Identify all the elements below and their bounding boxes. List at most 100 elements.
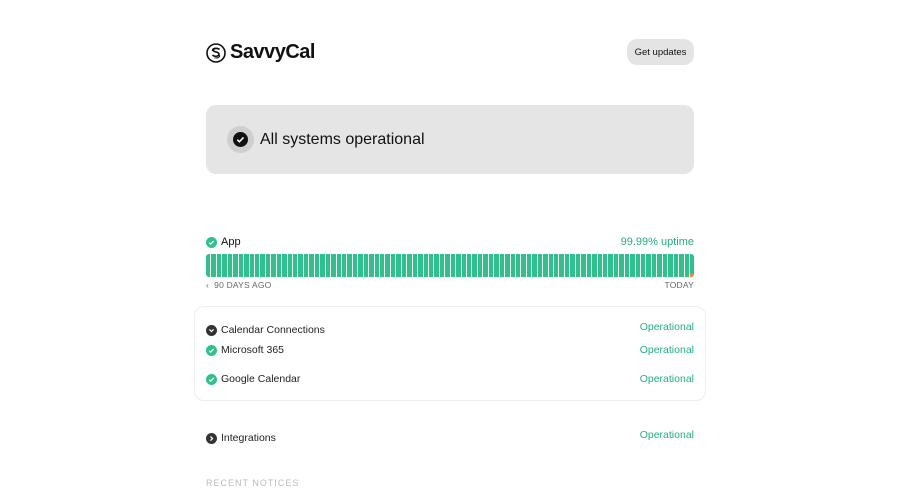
uptime-day-bar[interactable]: [662, 254, 668, 277]
uptime-day-bar[interactable]: [592, 254, 597, 277]
uptime-day-bar[interactable]: [233, 254, 238, 277]
uptime-day-bar[interactable]: [401, 254, 407, 277]
uptime-day-bar[interactable]: [314, 254, 320, 277]
uptime-day-bar[interactable]: [586, 254, 592, 277]
uptime-day-bar[interactable]: [249, 254, 254, 277]
uptime-day-bar[interactable]: [467, 254, 472, 277]
uptime-day-bar[interactable]: [407, 254, 412, 277]
uptime-day-bar[interactable]: [651, 254, 657, 277]
uptime-day-bar[interactable]: [602, 254, 608, 277]
uptime-day-bar[interactable]: [380, 254, 385, 277]
uptime-day-bar[interactable]: [396, 254, 401, 277]
uptime-day-bar[interactable]: [244, 254, 249, 277]
uptime-day-bar[interactable]: [390, 254, 396, 277]
uptime-day-bar[interactable]: [227, 254, 233, 277]
uptime-day-bar[interactable]: [641, 254, 646, 277]
component-name: Integrations: [221, 432, 276, 444]
uptime-day-bar[interactable]: [358, 254, 363, 277]
uptime-day-bar[interactable]: [282, 254, 287, 277]
uptime-day-bar[interactable]: [483, 254, 488, 277]
uptime-day-bar[interactable]: [206, 254, 211, 277]
uptime-day-bar[interactable]: [445, 254, 450, 277]
uptime-day-bar[interactable]: [428, 254, 434, 277]
savvycal-logo[interactable]: SavvyCal: [206, 41, 315, 64]
get-updates-button[interactable]: Get updates: [627, 39, 694, 65]
uptime-day-bar[interactable]: [325, 254, 331, 277]
uptime-day-bar[interactable]: [575, 254, 581, 277]
uptime-day-bar[interactable]: [423, 254, 428, 277]
uptime-day-bar[interactable]: [613, 254, 619, 277]
uptime-day-bar[interactable]: [287, 254, 292, 277]
uptime-day-bar[interactable]: [494, 254, 499, 277]
uptime-day-bar[interactable]: [336, 254, 341, 277]
uptime-day-bar[interactable]: [260, 254, 265, 277]
uptime-day-bar[interactable]: [238, 254, 244, 277]
uptime-day-bar[interactable]: [341, 254, 347, 277]
uptime-day-bar[interactable]: [630, 254, 635, 277]
uptime-axis: ‹ 90 DAYS AGO TODAY: [206, 280, 694, 290]
uptime-day-bar[interactable]: [472, 254, 477, 277]
uptime-day-bar[interactable]: [254, 254, 260, 277]
uptime-day-bar[interactable]: [271, 254, 276, 277]
chevron-right-circle-icon[interactable]: [206, 432, 217, 444]
uptime-day-bar[interactable]: [532, 254, 537, 277]
uptime-day-bar[interactable]: [537, 254, 543, 277]
uptime-day-bar[interactable]: [526, 254, 532, 277]
uptime-day-bar[interactable]: [363, 254, 369, 277]
uptime-day-bar[interactable]: [673, 254, 679, 277]
chevron-left-icon[interactable]: ‹: [206, 280, 209, 290]
uptime-day-bar[interactable]: [450, 254, 456, 277]
uptime-day-bar[interactable]: [581, 254, 586, 277]
uptime-day-bar[interactable]: [303, 254, 309, 277]
uptime-day-bar[interactable]: [385, 254, 390, 277]
uptime-day-bar[interactable]: [369, 254, 374, 277]
uptime-day-bar[interactable]: [222, 254, 227, 277]
uptime-day-bar[interactable]: [679, 254, 684, 277]
check-circle-icon: [206, 344, 217, 356]
uptime-day-bar[interactable]: [347, 254, 352, 277]
uptime-day-bar[interactable]: [515, 254, 521, 277]
uptime-day-bar[interactable]: [548, 254, 553, 277]
uptime-day-bar[interactable]: [564, 254, 570, 277]
uptime-day-bar[interactable]: [309, 254, 314, 277]
uptime-day-bar[interactable]: [488, 254, 494, 277]
uptime-day-bar[interactable]: [216, 254, 222, 277]
uptime-day-bar[interactable]: [689, 254, 694, 277]
component-row[interactable]: Integrations Operational: [206, 426, 694, 444]
chevron-down-circle-icon[interactable]: [206, 324, 217, 336]
uptime-day-bar[interactable]: [608, 254, 613, 277]
uptime-day-bar[interactable]: [657, 254, 662, 277]
uptime-day-bar[interactable]: [331, 254, 336, 277]
uptime-day-bar[interactable]: [265, 254, 271, 277]
uptime-day-bar[interactable]: [298, 254, 303, 277]
uptime-day-bar[interactable]: [461, 254, 466, 277]
uptime-day-bar[interactable]: [559, 254, 564, 277]
uptime-day-bar[interactable]: [597, 254, 602, 277]
uptime-day-bar[interactable]: [477, 254, 483, 277]
uptime-day-bar[interactable]: [211, 254, 216, 277]
uptime-day-bar[interactable]: [418, 254, 423, 277]
uptime-day-bar[interactable]: [646, 254, 651, 277]
uptime-day-bar[interactable]: [554, 254, 559, 277]
uptime-day-bar[interactable]: [276, 254, 282, 277]
uptime-day-bar[interactable]: [293, 254, 298, 277]
uptime-day-bar[interactable]: [499, 254, 505, 277]
uptime-day-bar[interactable]: [456, 254, 461, 277]
uptime-day-bar[interactable]: [635, 254, 640, 277]
uptime-day-bar[interactable]: [570, 254, 575, 277]
uptime-day-bar[interactable]: [505, 254, 510, 277]
uptime-day-bar[interactable]: [374, 254, 379, 277]
uptime-day-bar[interactable]: [521, 254, 526, 277]
uptime-day-bar[interactable]: [624, 254, 630, 277]
uptime-day-bar[interactable]: [412, 254, 418, 277]
uptime-day-bar[interactable]: [320, 254, 325, 277]
uptime-day-bar[interactable]: [510, 254, 515, 277]
component-row[interactable]: Calendar Connections Operational: [206, 318, 694, 336]
uptime-day-bar[interactable]: [352, 254, 358, 277]
uptime-day-bar[interactable]: [439, 254, 445, 277]
uptime-day-bar[interactable]: [543, 254, 548, 277]
uptime-day-bar[interactable]: [619, 254, 624, 277]
uptime-day-bar[interactable]: [434, 254, 439, 277]
uptime-day-bar[interactable]: [668, 254, 673, 277]
uptime-day-bar[interactable]: [684, 254, 689, 277]
